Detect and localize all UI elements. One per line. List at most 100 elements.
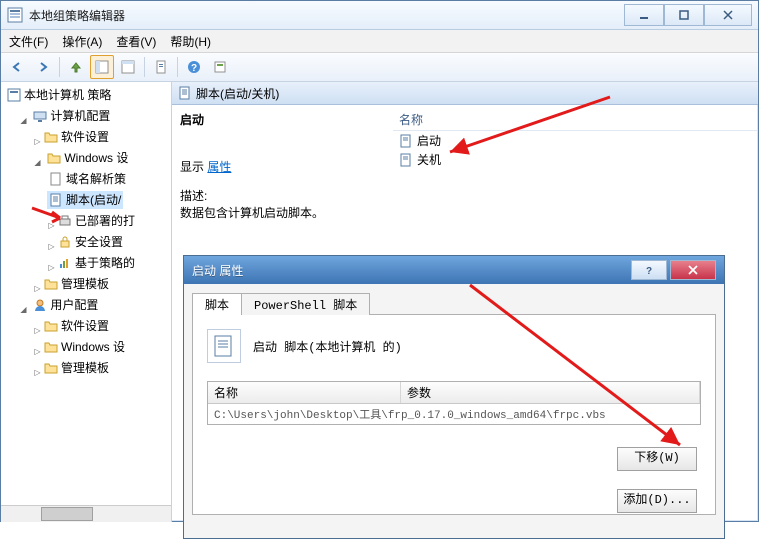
tree-label: 软件设置 (61, 317, 109, 335)
list-item-startup[interactable]: 启动 (393, 131, 758, 150)
app-icon (7, 7, 23, 23)
column-name[interactable]: 名称 (393, 109, 758, 131)
menubar: 文件(F) 操作(A) 查看(V) 帮助(H) (1, 30, 758, 53)
tree-windows-settings[interactable]: Windows 设 (45, 149, 130, 167)
filter-button[interactable] (208, 55, 232, 79)
tree-computer-config[interactable]: 计算机配置 (31, 107, 112, 125)
list-view-button[interactable] (90, 55, 114, 79)
tree-label: 已部署的打 (75, 212, 135, 230)
script-table: 名称 参数 C:\Users\john\Desktop\工具\frp_0.17.… (207, 381, 701, 425)
menu-help[interactable]: 帮助(H) (170, 33, 211, 50)
tree-security[interactable]: 安全设置 (56, 233, 125, 251)
tree-admin-templates[interactable]: 管理模板 (42, 275, 111, 293)
expander-icon[interactable]: ▷ (47, 243, 56, 252)
tree-policy-based[interactable]: 基于策略的 (56, 254, 137, 272)
expander-icon[interactable]: ▷ (33, 138, 42, 147)
expander-icon[interactable]: ▷ (47, 222, 56, 231)
menu-file[interactable]: 文件(F) (9, 33, 48, 50)
col-name[interactable]: 名称 (208, 382, 401, 403)
lock-icon (58, 235, 72, 249)
tree-user-config[interactable]: 用户配置 (31, 296, 100, 314)
desc-label: 描述: (180, 189, 207, 203)
tab-panel: 启动 脚本(本地计算机 的) 名称 参数 C:\Users\john\Deskt… (192, 315, 716, 515)
tab-powershell[interactable]: PowerShell 脚本 (241, 293, 370, 315)
menu-view[interactable]: 查看(V) (116, 33, 156, 50)
tab-scripts[interactable]: 脚本 (192, 293, 242, 315)
table-header: 名称 参数 (208, 382, 700, 404)
list-label: 启动 (417, 132, 441, 149)
close-button[interactable] (704, 4, 752, 26)
tree-label: 计算机配置 (50, 107, 110, 125)
svg-text:?: ? (646, 266, 652, 275)
properties-button[interactable] (149, 55, 173, 79)
tree-label: 域名解析策 (66, 170, 126, 188)
titlebar: 本地组策略编辑器 (1, 1, 758, 30)
dialog-close-button[interactable] (670, 260, 716, 280)
tree-pane: 本地计算机 策略 ◢ 计算机配置 ▷ 软件设置 ◢ Windows 设 (1, 82, 172, 522)
user-icon (33, 298, 47, 312)
script-header-text: 启动 脚本(本地计算机 的) (253, 338, 402, 355)
script-icon (49, 193, 63, 207)
dialog-title: 启动 属性 (192, 262, 628, 279)
add-button[interactable]: 添加(D)... (617, 489, 697, 513)
script-icon (399, 153, 413, 167)
desc-text: 数据包含计算机启动脚本。 (180, 206, 324, 220)
list-item-shutdown[interactable]: 关机 (393, 150, 758, 169)
expander-icon[interactable]: ◢ (33, 159, 42, 168)
expander-icon[interactable]: ▷ (33, 369, 42, 378)
show-label: 显示 (180, 160, 204, 174)
tree-user-admin[interactable]: 管理模板 (42, 359, 111, 377)
tree-root[interactable]: 本地计算机 策略 (5, 86, 113, 104)
folder-icon (44, 319, 58, 333)
window-controls (624, 4, 752, 26)
expander-icon[interactable]: ◢ (19, 117, 28, 126)
tree-label: 管理模板 (61, 359, 109, 377)
tree-label: 软件设置 (61, 128, 109, 146)
list-label: 关机 (417, 151, 441, 168)
window-title: 本地组策略编辑器 (29, 7, 624, 24)
tree-user-software[interactable]: 软件设置 (42, 317, 111, 335)
minimize-button[interactable] (624, 4, 664, 26)
expander-icon[interactable]: ▷ (33, 327, 42, 336)
printer-icon (58, 214, 72, 228)
computer-icon (33, 109, 47, 123)
tabset: 脚本 PowerShell 脚本 (192, 292, 716, 315)
separator (144, 57, 145, 77)
expander-icon[interactable]: ◢ (19, 306, 28, 315)
tree-label: 用户配置 (50, 296, 98, 314)
expander-icon[interactable]: ▷ (47, 264, 56, 273)
expander-icon[interactable]: ▷ (33, 285, 42, 294)
script-large-icon (207, 329, 241, 363)
tree-scrollbar[interactable] (1, 505, 171, 522)
up-button[interactable] (64, 55, 88, 79)
separator (59, 57, 60, 77)
maximize-button[interactable] (664, 4, 704, 26)
table-row[interactable]: C:\Users\john\Desktop\工具\frp_0.17.0_wind… (208, 404, 700, 424)
folder-icon (44, 340, 58, 354)
move-down-button[interactable]: 下移(W) (617, 447, 697, 471)
tree-label: 管理模板 (61, 275, 109, 293)
tree-dns[interactable]: 域名解析策 (47, 170, 128, 188)
folder-icon (44, 277, 58, 291)
properties-link[interactable]: 属性 (207, 160, 231, 174)
tree-label: 本地计算机 策略 (24, 86, 111, 104)
back-button[interactable] (5, 55, 29, 79)
tree-user-windows[interactable]: Windows 设 (42, 338, 127, 356)
tree-label: Windows 设 (64, 149, 128, 167)
tree-software-settings[interactable]: 软件设置 (42, 128, 111, 146)
col-param[interactable]: 参数 (401, 382, 700, 403)
startup-properties-dialog: 启动 属性 ? 脚本 PowerShell 脚本 启动 脚本(本地计算机 的) … (183, 255, 725, 539)
dialog-help-button[interactable]: ? (631, 260, 667, 280)
expander-icon[interactable]: ▷ (33, 348, 42, 357)
content-title: 脚本(启动/关机) (196, 85, 279, 102)
forward-button[interactable] (31, 55, 55, 79)
tree-label: Windows 设 (61, 338, 125, 356)
dialog-body: 脚本 PowerShell 脚本 启动 脚本(本地计算机 的) 名称 参数 C:… (184, 284, 724, 538)
tree: 本地计算机 策略 ◢ 计算机配置 ▷ 软件设置 ◢ Windows 设 (1, 82, 171, 384)
menu-action[interactable]: 操作(A) (62, 33, 102, 50)
tree-scripts[interactable]: 脚本(启动/ (47, 191, 123, 209)
detail-view-button[interactable] (116, 55, 140, 79)
tree-deployed[interactable]: 已部署的打 (56, 212, 137, 230)
scroll-thumb[interactable] (41, 507, 93, 521)
help-button[interactable]: ? (182, 55, 206, 79)
